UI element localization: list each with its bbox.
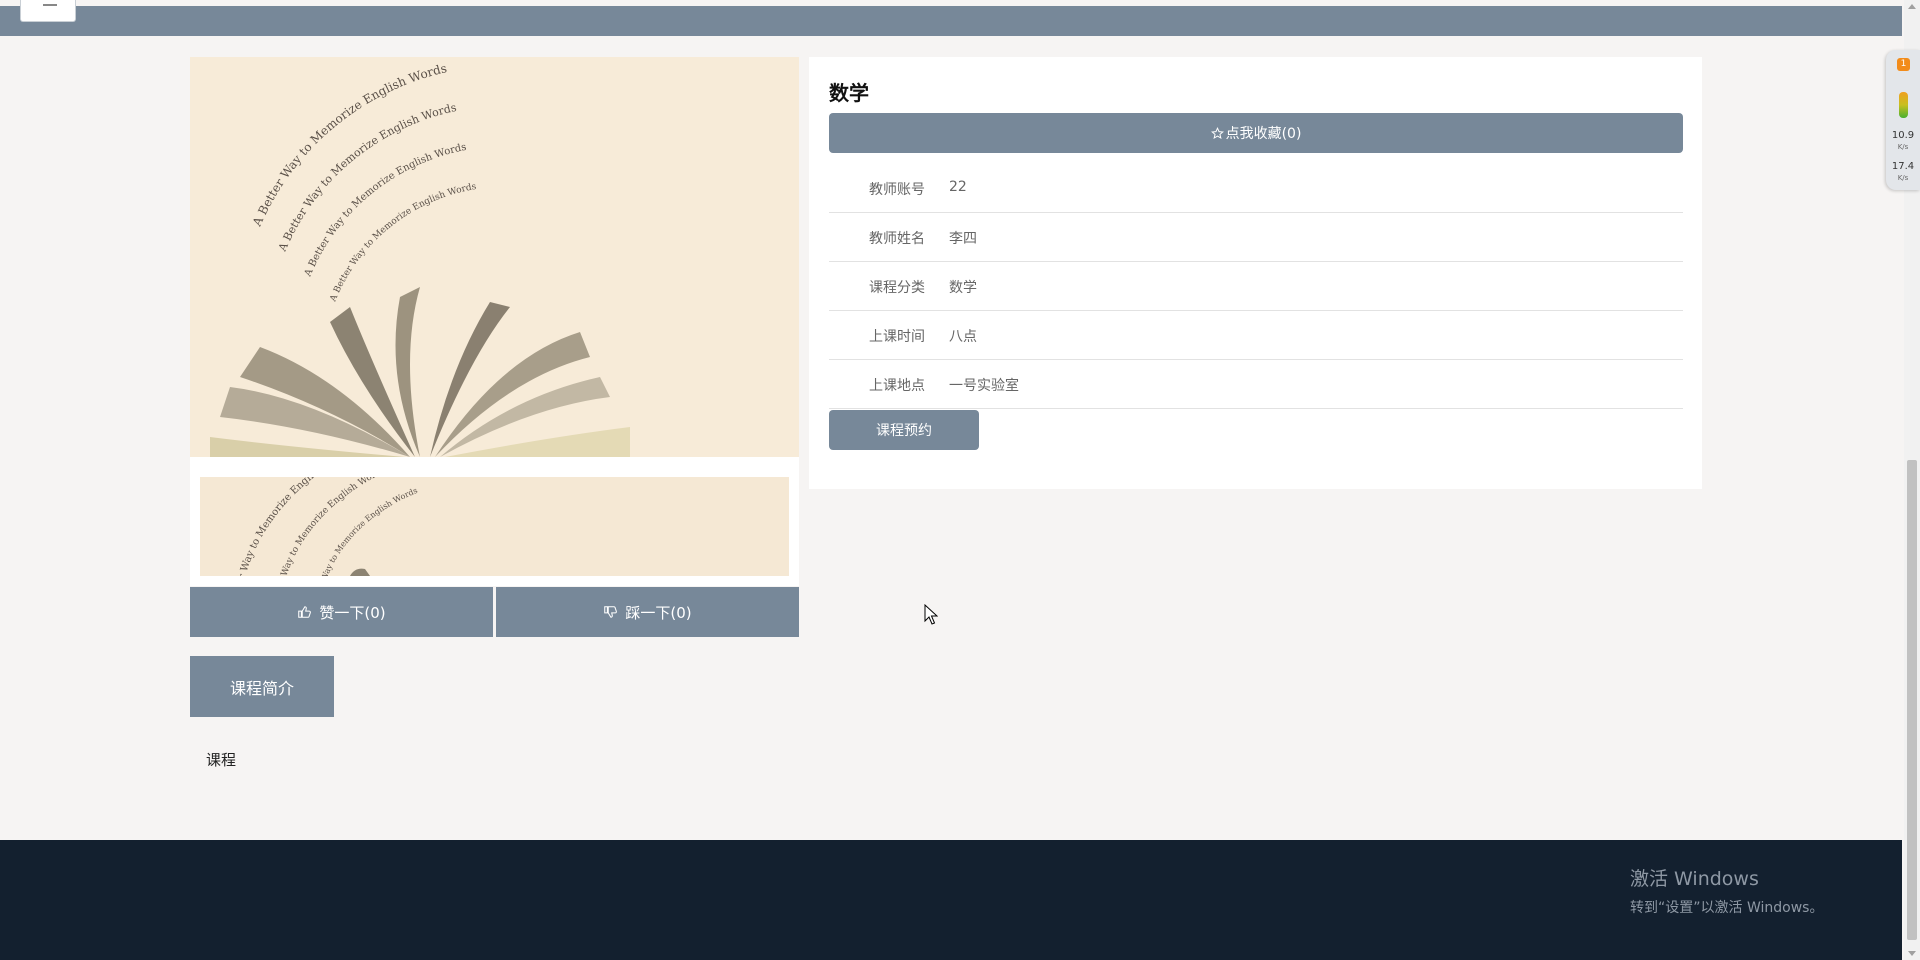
- course-info-panel: 数学 点我收藏(0) 教师账号 22 教师姓名 李四 课程分类 数学 上课时间 …: [809, 57, 1702, 489]
- info-row-teacher-name: 教师姓名 李四: [829, 213, 1683, 262]
- nav-tab[interactable]: [20, 0, 76, 22]
- favorite-button-label: 点我收藏(0): [1225, 126, 1302, 142]
- info-label: 教师账号: [869, 182, 925, 198]
- scrollbar-thumb[interactable]: [1907, 460, 1917, 940]
- info-label: 上课时间: [869, 329, 925, 345]
- upload-unit: K/s: [1897, 143, 1909, 151]
- info-row-class-location: 上课地点 一号实验室: [829, 360, 1683, 409]
- info-value: 八点: [949, 329, 977, 345]
- like-button-label: 赞一下(0): [319, 603, 386, 622]
- watermark-subtitle: 转到“设置”以激活 Windows。: [1630, 900, 1824, 916]
- info-value: 22: [949, 179, 967, 195]
- scroll-down-arrow-icon[interactable]: [1908, 951, 1916, 956]
- info-value: 数学: [949, 280, 977, 296]
- dislike-button[interactable]: 踩一下(0): [496, 587, 799, 637]
- info-row-course-category: 课程分类 数学: [829, 262, 1683, 311]
- scroll-up-arrow-icon[interactable]: [1908, 4, 1916, 9]
- info-label: 上课地点: [869, 378, 925, 394]
- info-value: 一号实验室: [949, 378, 1019, 394]
- thumbs-down-icon: [604, 606, 618, 618]
- thumbnail-book-image: A Better Way to Memorize English Words A…: [200, 477, 789, 576]
- download-speed: 17.4: [1891, 161, 1915, 172]
- star-outline-icon: [1210, 126, 1224, 139]
- thumbnail-image[interactable]: A Better Way to Memorize English Words A…: [200, 477, 789, 576]
- notification-badge: 1: [1897, 58, 1910, 71]
- course-main-image: A Better Way to Memorize English Words A…: [190, 57, 799, 457]
- course-intro-content: 课程: [206, 751, 237, 769]
- thumbs-up-icon: [298, 606, 312, 618]
- upload-speed: 10.9: [1891, 130, 1915, 141]
- info-row-class-time: 上课时间 八点: [829, 311, 1683, 360]
- info-row-teacher-account: 教师账号 22: [829, 164, 1683, 213]
- dislike-button-label: 踩一下(0): [625, 603, 692, 622]
- mouse-cursor-icon: [924, 604, 938, 625]
- network-speed-widget[interactable]: 1 10.9 K/s 17.4 K/s: [1886, 50, 1920, 190]
- info-label: 课程分类: [869, 280, 925, 296]
- like-button[interactable]: 赞一下(0): [190, 587, 493, 637]
- reserve-course-button[interactable]: 课程预约: [829, 410, 979, 450]
- favorite-button[interactable]: 点我收藏(0): [829, 113, 1683, 153]
- thumbnail-strip: A Better Way to Memorize English Words A…: [190, 457, 799, 586]
- top-navigation-bar: [0, 0, 1902, 36]
- tab-course-intro[interactable]: 课程简介: [190, 656, 334, 717]
- watermark-title: 激活 Windows: [1630, 868, 1759, 890]
- page-footer: 激活 Windows 转到“设置”以激活 Windows。: [0, 840, 1902, 960]
- open-book-image: A Better Way to Memorize English Words A…: [190, 57, 799, 457]
- info-value: 李四: [949, 231, 977, 247]
- nav-tab-mark: [43, 4, 57, 6]
- download-unit: K/s: [1897, 174, 1909, 182]
- usage-meter-icon: [1899, 92, 1908, 118]
- course-title: 数学: [829, 81, 869, 105]
- windows-activation-watermark: 激活 Windows 转到“设置”以激活 Windows。: [1630, 864, 1823, 917]
- info-label: 教师姓名: [869, 231, 925, 247]
